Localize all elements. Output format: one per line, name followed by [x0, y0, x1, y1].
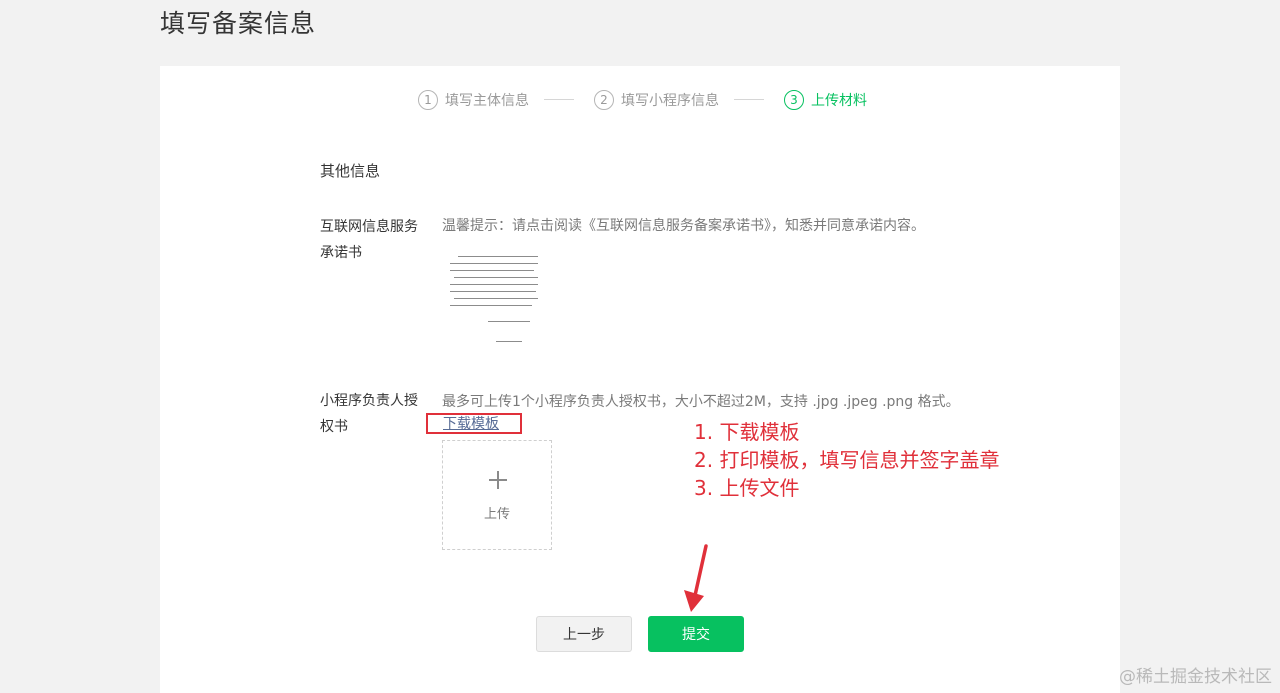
- step-3: 3 上传材料: [784, 88, 867, 112]
- step-connector-2: [734, 99, 764, 100]
- download-template-link[interactable]: 下载模板: [443, 413, 499, 433]
- authorization-hint: 最多可上传1个小程序负责人授权书，大小不超过2M，支持 .jpg .jpeg .…: [442, 394, 960, 410]
- commitment-document-preview[interactable]: [448, 250, 538, 350]
- arrow-down-icon: [684, 544, 708, 612]
- step-1-label: 填写主体信息: [445, 93, 529, 109]
- page: 填写备案信息 1 填写主体信息 2 填写小程序信息 3 上传材料 其他信息 互联…: [0, 0, 1280, 693]
- commitment-label: 互联网信息服务承诺书: [320, 219, 418, 261]
- authorization-label: 小程序负责人授权书: [320, 393, 418, 435]
- step-1-number: 1: [418, 90, 438, 110]
- upload-label: 上传: [483, 507, 510, 522]
- page-title: 填写备案信息: [160, 9, 317, 38]
- step-2: 2 填写小程序信息: [594, 88, 719, 112]
- previous-step-button[interactable]: 上一步: [536, 616, 632, 652]
- step-indicator: 1 填写主体信息 2 填写小程序信息 3 上传材料: [0, 88, 1280, 112]
- form-card: [160, 66, 1120, 693]
- commitment-tip[interactable]: 温馨提示：请点击阅读《互联网信息服务备案承诺书》，知悉并同意承诺内容。: [442, 216, 925, 236]
- step-3-number: 3: [784, 90, 804, 110]
- step-1: 1 填写主体信息: [418, 88, 529, 112]
- annotation-line-2: 2. 打印模板，填写信息并签字盖章: [694, 448, 1000, 472]
- annotation-steps: 1. 下载模板 2. 打印模板，填写信息并签字盖章 3. 上传文件: [694, 418, 999, 502]
- annotation-line-1: 1. 下载模板: [694, 420, 800, 444]
- section-title: 其他信息: [320, 162, 381, 180]
- annotation-line-3: 3. 上传文件: [694, 476, 800, 500]
- submit-button[interactable]: 提交: [648, 616, 744, 652]
- step-2-label: 填写小程序信息: [621, 93, 719, 109]
- step-2-number: 2: [594, 90, 614, 110]
- step-connector-1: [544, 99, 574, 100]
- plus-icon: [489, 471, 507, 489]
- step-3-label: 上传材料: [811, 93, 867, 109]
- upload-button[interactable]: 上传: [442, 440, 552, 550]
- watermark: @稀土掘金技术社区: [1119, 667, 1272, 687]
